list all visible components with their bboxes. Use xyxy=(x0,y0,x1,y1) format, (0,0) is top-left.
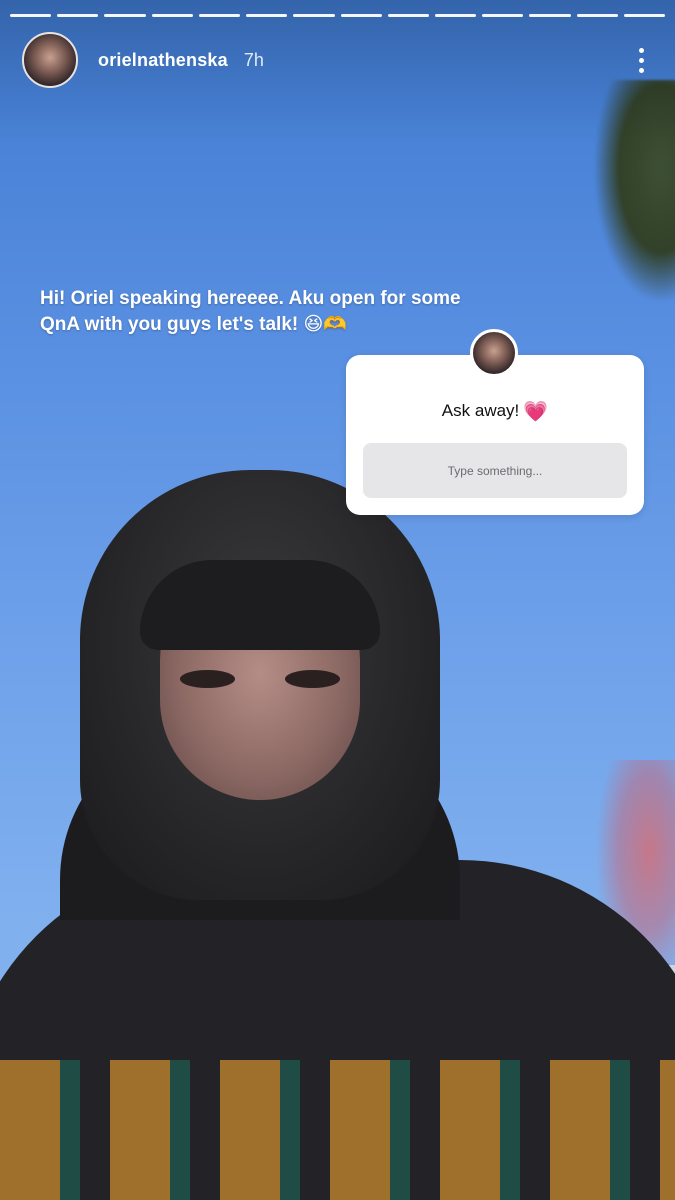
sticker-title: Ask away! 💗 xyxy=(346,399,644,424)
sticker-title-text: Ask away! xyxy=(441,401,520,420)
progress-segment xyxy=(57,14,99,17)
question-input[interactable]: Type something... xyxy=(363,443,627,498)
story-photo xyxy=(0,0,675,1200)
progress-segment xyxy=(340,14,382,17)
story-progress-bar xyxy=(10,14,666,17)
story-view[interactable]: orielnathenska 7h Hi! Oriel speaking her… xyxy=(0,0,675,1200)
progress-segment xyxy=(529,14,571,17)
more-vertical-icon[interactable] xyxy=(627,40,655,80)
progress-segment xyxy=(387,14,429,17)
top-vignette xyxy=(0,0,675,1200)
username[interactable]: orielnathenska xyxy=(98,50,228,71)
progress-segment xyxy=(482,14,524,17)
sticker-avatar xyxy=(470,329,518,377)
progress-segment xyxy=(246,14,288,17)
progress-segment xyxy=(10,14,52,17)
story-caption: Hi! Oriel speaking hereeee. Aku open for… xyxy=(40,288,461,335)
avatar[interactable] xyxy=(22,32,78,88)
progress-segment xyxy=(198,14,241,17)
progress-segment xyxy=(151,14,193,17)
progress-segment xyxy=(104,14,146,17)
story-header: orielnathenska 7h xyxy=(22,30,655,90)
progress-segment xyxy=(576,14,618,17)
progress-segment xyxy=(623,14,666,17)
progress-segment xyxy=(434,14,477,17)
heart-icon: 💗 xyxy=(523,401,549,423)
question-sticker[interactable]: Ask away! 💗 Type something... xyxy=(346,329,644,515)
post-time: 7h xyxy=(243,49,264,70)
progress-segment xyxy=(293,14,335,17)
